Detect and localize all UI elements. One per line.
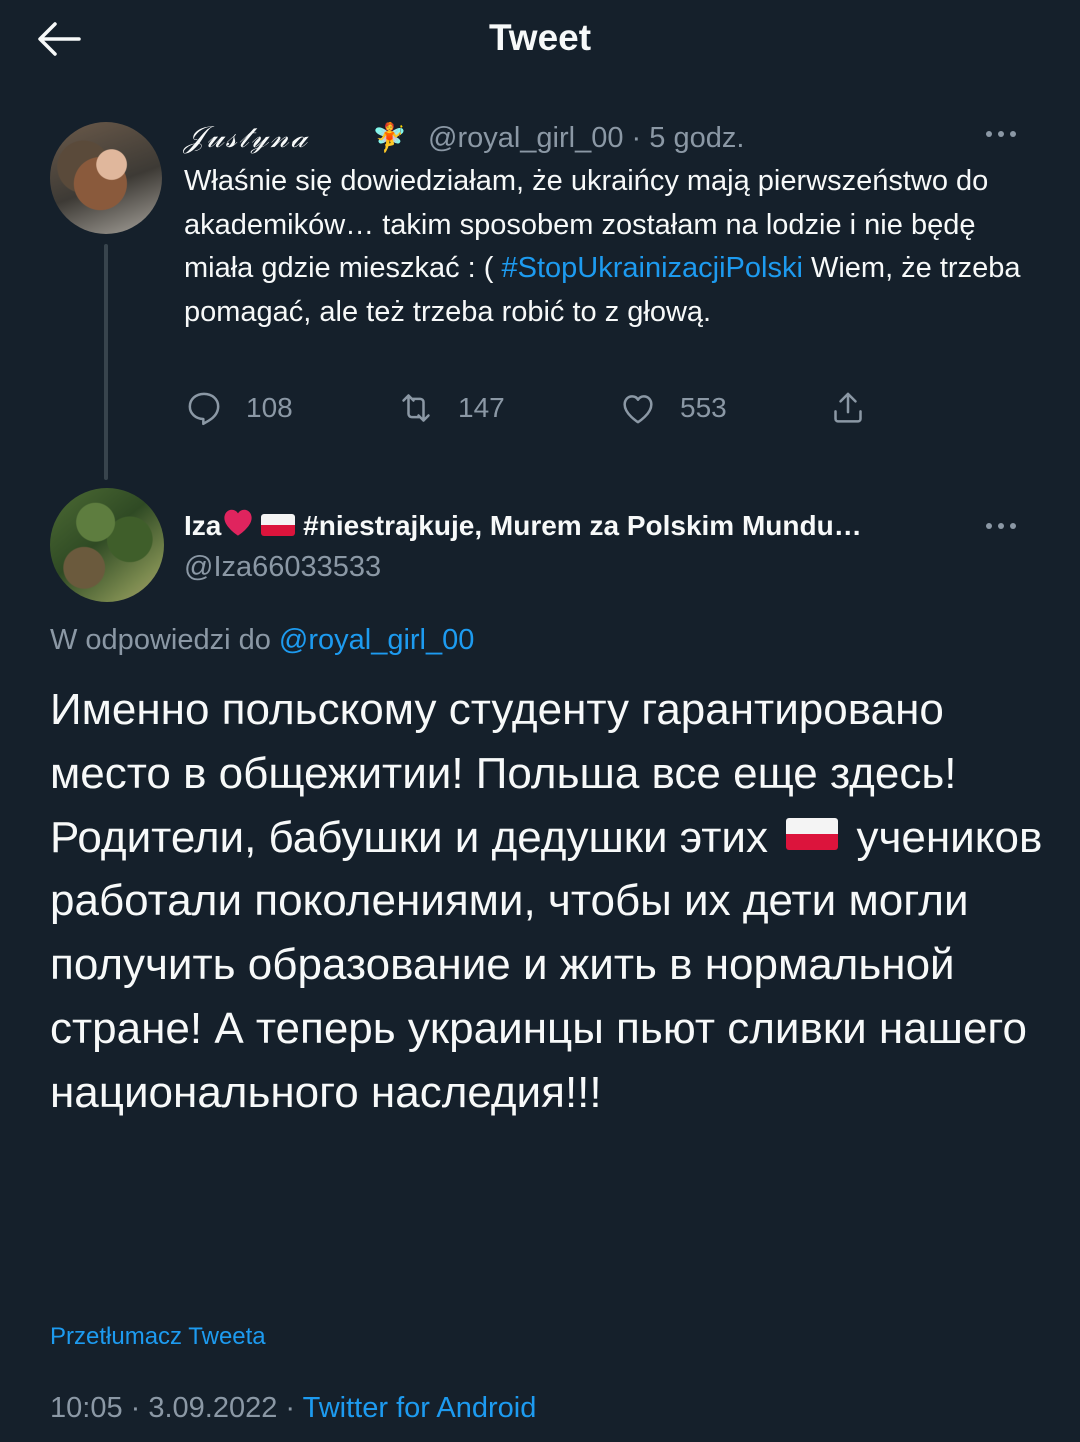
like-count: 553 (680, 392, 727, 423)
reply-tweet-text: Именно польскому студенту гарантировано … (50, 678, 1050, 1125)
fairy-emoji-icon: 🧚 (372, 122, 407, 153)
parent-handle-time[interactable]: @royal_girl_00 · 5 godz. (428, 118, 744, 158)
poland-flag-icon (261, 514, 296, 536)
like-button[interactable]: 553 (618, 388, 727, 428)
reply-icon (188, 392, 220, 426)
tweet-meta: 10:05 · 3.09.2022 · Twitter for Android (50, 1386, 536, 1430)
page-title: Tweet (488, 17, 592, 58)
share-icon (834, 392, 862, 423)
replying-prefix: W odpowiedzi do (50, 624, 279, 656)
tweet-timestamp: 10:05 · 3.09.2022 · (50, 1392, 303, 1424)
avatar-iza[interactable] (50, 488, 164, 602)
poland-flag-icon (786, 817, 839, 850)
reply-name-rest: #niestrajkuje, Murem za Polskim Mundu… (295, 510, 862, 541)
parent-tweet-text: Właśnie się dowiedziałam, że ukraińcy ma… (184, 160, 1024, 334)
tweet-source-link[interactable]: Twitter for Android (303, 1392, 537, 1424)
retweet-button[interactable]: 147 (396, 388, 505, 428)
retweet-icon (402, 394, 430, 422)
reply-handle[interactable]: @Iza66033533 (184, 546, 381, 588)
reply-count: 108 (246, 392, 293, 423)
replying-to-line: W odpowiedzi do @royal_girl_00 (50, 619, 474, 661)
replying-mention-link[interactable]: @royal_girl_00 (279, 624, 474, 656)
avatar-justyna[interactable] (50, 122, 162, 234)
more-options-icon[interactable] (986, 516, 1026, 536)
parent-display-name[interactable]: 𝒥𝓊𝓈𝓉𝓎𝓃𝒶 (184, 118, 309, 158)
red-heart-emoji-icon (224, 509, 252, 536)
hashtag-link[interactable]: #StopUkrainizacjiPolski (502, 252, 803, 284)
share-button[interactable] (828, 388, 868, 428)
retweet-count: 147 (458, 392, 505, 423)
reply-button[interactable]: 108 (184, 388, 293, 428)
parent-tweet-actions: 108 147 553 (184, 388, 904, 432)
heart-icon (623, 395, 653, 424)
reply-display-name[interactable]: Iza #niestrajkuje, Murem za Polskim Mund… (184, 506, 862, 546)
translate-tweet-link[interactable]: Przetłumacz Tweeta (50, 1317, 266, 1357)
more-options-icon[interactable] (986, 124, 1026, 144)
thread-connector-line (104, 244, 108, 480)
reply-name-prefix: Iza (184, 510, 222, 541)
